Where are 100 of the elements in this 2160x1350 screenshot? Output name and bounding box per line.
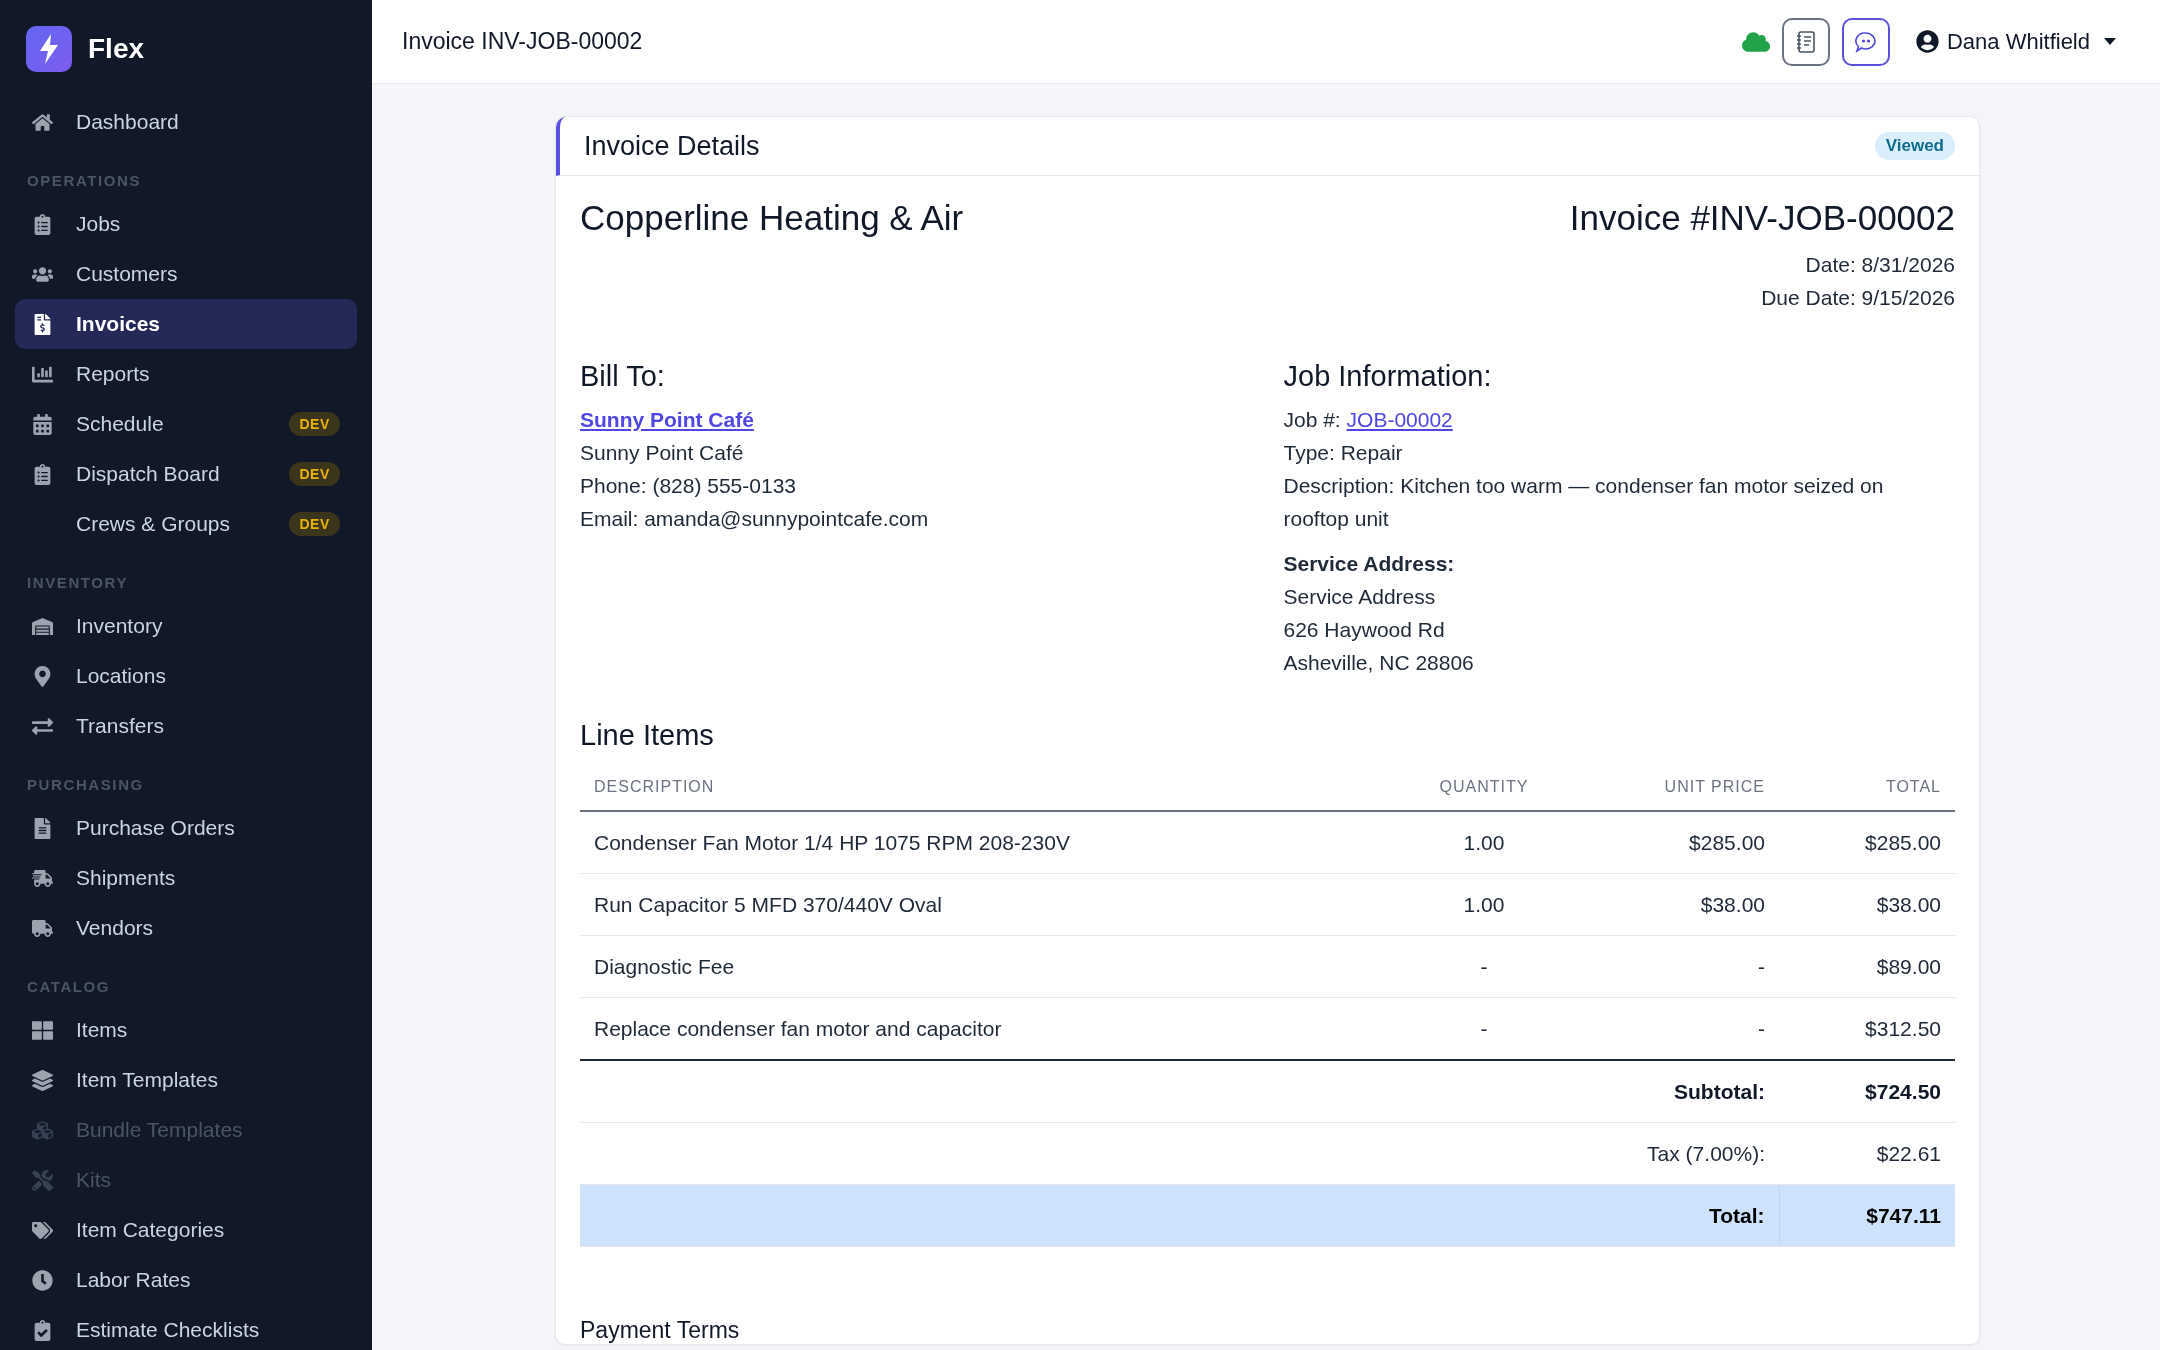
table-cell: Condenser Fan Motor 1/4 HP 1075 RPM 208-230V bbox=[580, 811, 1403, 874]
customer-detail: Phone: (828) 555-0133 bbox=[580, 473, 797, 499]
nav-item[interactable]: Item Templates bbox=[15, 1055, 357, 1105]
table-cell: - bbox=[1565, 997, 1779, 1060]
section-label: PURCHASING bbox=[26, 775, 145, 795]
column-header: TOTAL bbox=[1779, 764, 1955, 811]
app-name: Flex bbox=[88, 32, 145, 65]
nav-item[interactable]: Invoices bbox=[15, 299, 357, 349]
nav-item[interactable]: Schedule DEV bbox=[15, 399, 357, 449]
document-icon bbox=[32, 817, 53, 839]
calendar-icon bbox=[32, 413, 53, 435]
section-heading: Job Information: bbox=[1283, 360, 1493, 393]
status-badge: Viewed bbox=[1874, 132, 1955, 160]
table-cell: $89.00 bbox=[1779, 935, 1955, 998]
map-pin-icon bbox=[32, 665, 53, 687]
nav-item[interactable]: Item Categories bbox=[15, 1205, 357, 1255]
chat-button[interactable] bbox=[1841, 17, 1890, 66]
home-icon bbox=[32, 111, 53, 133]
layers-icon bbox=[32, 1069, 53, 1091]
column-header: QUANTITY bbox=[1403, 764, 1565, 811]
fast-truck-icon bbox=[32, 867, 53, 889]
invoice-date: Date: 8/31/2026 bbox=[1805, 252, 1955, 278]
section-heading: Line Items bbox=[580, 719, 715, 752]
tools-icon bbox=[32, 1169, 53, 1191]
clipboard-icon bbox=[32, 213, 53, 235]
nav-item[interactable]: Vendors bbox=[15, 903, 357, 953]
table-cell: $312.50 bbox=[1779, 997, 1955, 1060]
dev-badge: DEV bbox=[289, 412, 340, 436]
app-logo bbox=[26, 25, 72, 72]
section-label: OPERATIONS bbox=[26, 171, 143, 191]
nav-item[interactable]: Dispatch Board DEV bbox=[15, 449, 357, 499]
column-header: UNIT PRICE bbox=[1565, 764, 1779, 811]
dev-badge: DEV bbox=[289, 462, 340, 486]
page-title: Invoice INV-JOB-00002 bbox=[402, 28, 644, 55]
job-detail: Description: Kitchen too warm — condenser fan motor seized on rooftop unit bbox=[1283, 473, 1885, 532]
nav-item[interactable]: Reports bbox=[15, 349, 357, 399]
section-label: CATALOG bbox=[26, 977, 112, 997]
caret-icon bbox=[2104, 38, 2116, 45]
total-label: Total: bbox=[1565, 1184, 1779, 1247]
section-heading: Payment Terms bbox=[580, 1317, 741, 1344]
arrows-icon bbox=[32, 715, 53, 737]
nav-item[interactable]: Items bbox=[15, 1005, 357, 1055]
dev-badge: DEV bbox=[289, 512, 340, 536]
grid-icon bbox=[32, 1019, 53, 1041]
column-header: DESCRIPTION bbox=[580, 764, 1403, 811]
nav-item[interactable]: Jobs bbox=[15, 199, 357, 249]
card-title: Invoice Details bbox=[584, 130, 760, 162]
nav-item[interactable]: Dashboard bbox=[15, 97, 357, 147]
table-cell: Diagnostic Fee bbox=[580, 935, 1403, 998]
table-cell: Replace condenser fan motor and capacitor bbox=[580, 997, 1403, 1060]
user-menu[interactable]: Dana Whitfield bbox=[1915, 28, 2116, 55]
table-cell: $285.00 bbox=[1565, 811, 1779, 874]
table-cell: $38.00 bbox=[1779, 873, 1955, 936]
address-heading: Service Address: bbox=[1283, 551, 1456, 577]
nav-item[interactable]: Labor Rates bbox=[15, 1255, 357, 1305]
job-detail: Type: Repair bbox=[1283, 440, 1404, 466]
clipboard-icon bbox=[32, 463, 53, 485]
clock-icon bbox=[32, 1269, 53, 1291]
chat-bubble-icon bbox=[1854, 30, 1877, 53]
clipboard-check-icon bbox=[32, 1319, 53, 1341]
notebook-icon bbox=[1795, 30, 1816, 53]
nav-item[interactable]: Crews & Groups DEV bbox=[15, 499, 357, 549]
invoice-icon bbox=[32, 313, 53, 335]
nav-item[interactable]: Inventory bbox=[15, 601, 357, 651]
customer-link[interactable]: Sunny Point Café bbox=[580, 408, 754, 431]
company-name: Copperline Heating & Air bbox=[580, 198, 964, 238]
user-avatar-icon bbox=[1915, 30, 1939, 53]
total-label: Tax (7.00%): bbox=[1565, 1122, 1779, 1185]
nav-item[interactable]: Purchase Orders bbox=[15, 803, 357, 853]
boxes-icon bbox=[32, 1119, 53, 1141]
table-cell: $285.00 bbox=[1779, 811, 1955, 874]
table-cell: - bbox=[1403, 997, 1565, 1060]
nav-item[interactable]: Customers bbox=[15, 249, 357, 299]
truck-icon bbox=[32, 917, 53, 939]
address-line: Service Address bbox=[1283, 584, 1437, 610]
section-label: INVENTORY bbox=[26, 573, 130, 593]
job-link[interactable]: JOB-00002 bbox=[1346, 408, 1453, 431]
table-cell: - bbox=[1403, 935, 1565, 998]
section-heading: Bill To: bbox=[580, 360, 666, 393]
total-value: $724.50 bbox=[1779, 1060, 1955, 1123]
address-line: Asheville, NC 28806 bbox=[1283, 650, 1475, 676]
nav-item[interactable]: Shipments bbox=[15, 853, 357, 903]
invoice-date: Due Date: 9/15/2026 bbox=[1761, 285, 1955, 311]
customer-detail: Email: amanda@sunnypointcafe.com bbox=[580, 506, 930, 532]
customer-detail: Sunny Point Café bbox=[580, 440, 745, 466]
total-value: $747.11 bbox=[1779, 1184, 1955, 1247]
address-line: 626 Haywood Rd bbox=[1283, 617, 1446, 643]
table-cell: 1.00 bbox=[1403, 811, 1565, 874]
total-value: $22.61 bbox=[1779, 1122, 1955, 1185]
total-label: Subtotal: bbox=[1565, 1060, 1779, 1123]
table-cell: $38.00 bbox=[1565, 873, 1779, 936]
nav-item[interactable]: Estimate Checklists bbox=[15, 1305, 357, 1350]
table-cell: - bbox=[1565, 935, 1779, 998]
tags-icon bbox=[32, 1219, 53, 1241]
invoice-number: Invoice #INV-JOB-00002 bbox=[1569, 198, 1955, 238]
nav-item[interactable]: Transfers bbox=[15, 701, 357, 751]
notebook-button[interactable] bbox=[1781, 17, 1830, 66]
nav-item[interactable]: Locations bbox=[15, 651, 357, 701]
table-cell: 1.00 bbox=[1403, 873, 1565, 936]
job-number: Job #: JOB-00002 bbox=[1283, 407, 1454, 433]
